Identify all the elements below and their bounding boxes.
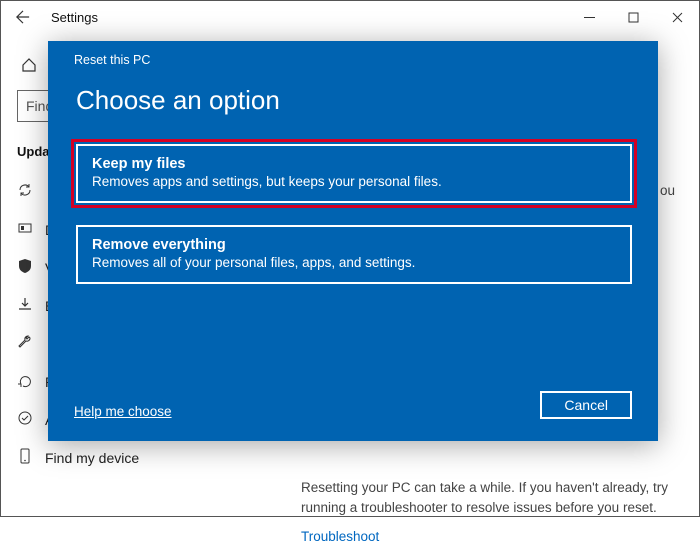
option-description: Removes all of your personal files, apps… — [92, 255, 616, 270]
bg-line-2: running a troubleshooter to resolve issu… — [301, 500, 657, 515]
sync-icon — [17, 182, 45, 202]
background-text-fragment: ou — [660, 183, 675, 198]
activation-icon — [17, 410, 45, 430]
minimize-button[interactable] — [567, 1, 611, 33]
optimization-icon — [17, 220, 45, 240]
dialog-footer: Help me choose Cancel — [74, 391, 632, 423]
bg-line-1: Resetting your PC can take a while. If y… — [301, 480, 668, 495]
back-button[interactable] — [9, 3, 37, 31]
window-controls — [567, 1, 699, 33]
option-description: Removes apps and settings, but keeps you… — [92, 174, 616, 189]
dialog-heading: Choose an option — [76, 85, 632, 116]
help-me-choose-link[interactable]: Help me choose — [74, 404, 172, 419]
minimize-icon — [584, 12, 595, 23]
wrench-icon — [17, 334, 45, 354]
find-device-icon — [17, 448, 45, 468]
option-title: Remove everything — [92, 237, 616, 253]
maximize-button[interactable] — [611, 1, 655, 33]
sidebar-item-find-my-device[interactable]: Find my device — [17, 439, 301, 477]
cancel-button[interactable]: Cancel — [540, 391, 632, 419]
option-keep-my-files[interactable]: Keep my files Removes apps and settings,… — [76, 144, 632, 203]
troubleshoot-link[interactable]: Troubleshoot — [301, 527, 379, 547]
dialog-title: Reset this PC — [74, 53, 632, 67]
home-icon — [17, 57, 41, 76]
close-icon — [672, 12, 683, 23]
arrow-left-icon — [16, 10, 30, 24]
shield-icon — [17, 258, 45, 278]
recovery-icon — [17, 372, 45, 392]
background-description: Resetting your PC can take a while. If y… — [301, 478, 669, 547]
backup-icon — [17, 296, 45, 316]
option-title: Keep my files — [92, 156, 616, 172]
option-remove-everything[interactable]: Remove everything Removes all of your pe… — [76, 225, 632, 284]
titlebar: Settings — [1, 1, 699, 33]
close-button[interactable] — [655, 1, 699, 33]
maximize-icon — [628, 12, 639, 23]
sidebar-item-label: Find my device — [45, 450, 139, 466]
window-title: Settings — [51, 10, 98, 25]
reset-pc-dialog: Reset this PC Choose an option Keep my f… — [48, 41, 658, 441]
